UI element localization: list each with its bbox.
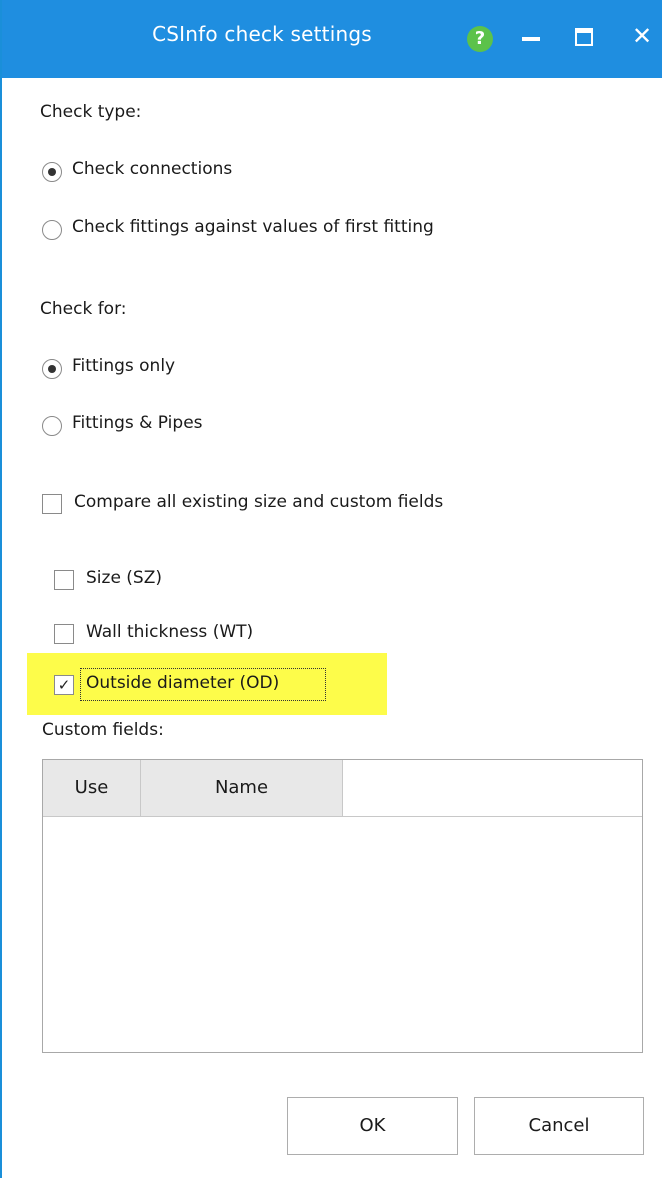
maximize-icon[interactable]: [575, 28, 593, 46]
close-icon[interactable]: ✕: [629, 18, 655, 54]
ok-button[interactable]: OK: [287, 1097, 458, 1155]
radio-check-fittings-first[interactable]: [42, 220, 62, 240]
settings-dialog: CSInfo check settings ? ✕ Check type: Ch…: [0, 0, 662, 1178]
compare-all-checkbox[interactable]: [42, 494, 62, 514]
window-title: CSInfo check settings: [152, 22, 372, 46]
cancel-button[interactable]: Cancel: [474, 1097, 644, 1155]
custom-fields-heading: Custom fields:: [42, 720, 164, 740]
column-header-name[interactable]: Name: [141, 760, 343, 816]
custom-fields-grid[interactable]: Use Name: [42, 759, 643, 1053]
radio-fittings-only-label[interactable]: Fittings only: [72, 356, 175, 376]
outside-diameter-checkbox[interactable]: ✓: [54, 675, 74, 695]
size-sz-checkbox[interactable]: [54, 570, 74, 590]
outside-diameter-label[interactable]: Outside diameter (OD): [86, 673, 279, 693]
radio-fittings-pipes-label[interactable]: Fittings & Pipes: [72, 413, 203, 433]
title-bar[interactable]: CSInfo check settings ? ✕: [2, 0, 662, 78]
radio-check-connections[interactable]: [42, 162, 62, 182]
compare-all-label[interactable]: Compare all existing size and custom fie…: [74, 492, 443, 512]
column-header-use[interactable]: Use: [43, 760, 141, 816]
size-sz-label[interactable]: Size (SZ): [86, 568, 162, 588]
check-type-heading: Check type:: [40, 102, 142, 122]
check-for-heading: Check for:: [40, 299, 127, 319]
radio-fittings-only[interactable]: [42, 359, 62, 379]
grid-header: Use Name: [43, 760, 642, 817]
wall-thickness-label[interactable]: Wall thickness (WT): [86, 622, 253, 642]
radio-check-fittings-first-label[interactable]: Check fittings against values of first f…: [72, 217, 434, 237]
help-icon[interactable]: ?: [467, 26, 493, 52]
wall-thickness-checkbox[interactable]: [54, 624, 74, 644]
radio-check-connections-label[interactable]: Check connections: [72, 159, 232, 179]
radio-fittings-pipes[interactable]: [42, 416, 62, 436]
minimize-icon[interactable]: [522, 37, 540, 41]
